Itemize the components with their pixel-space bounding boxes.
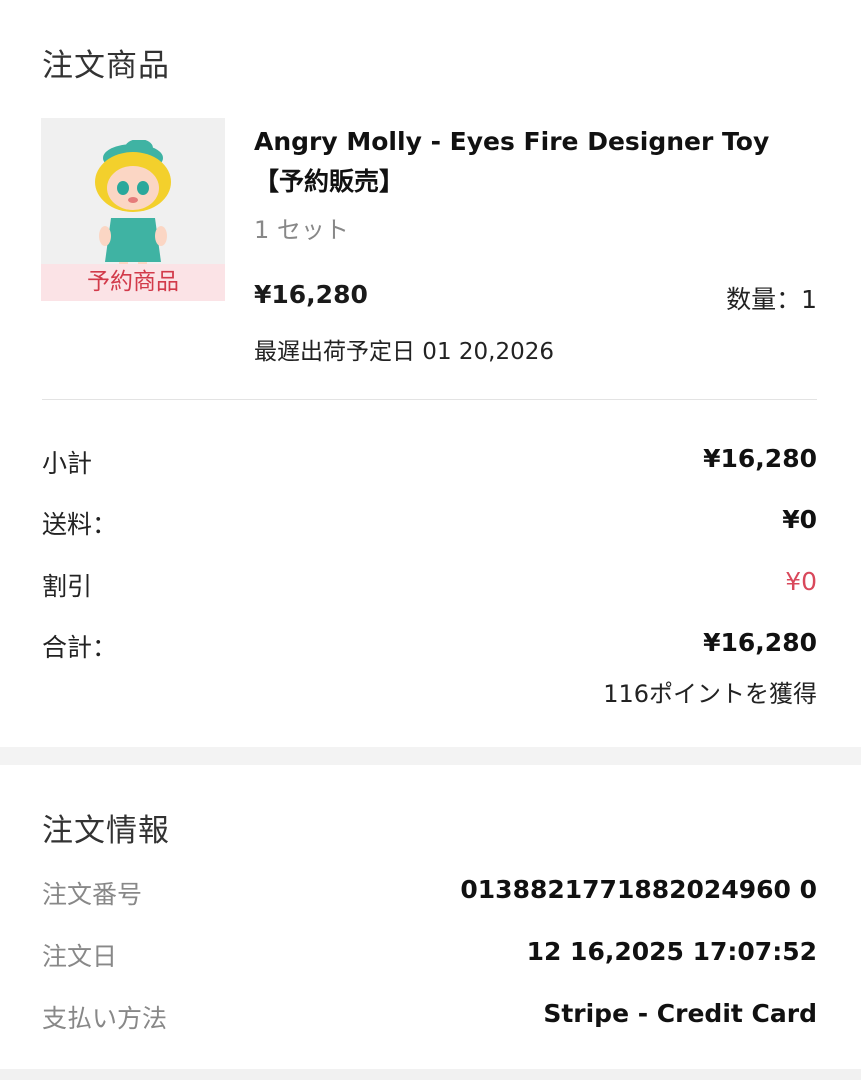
- product-image[interactable]: 予約商品: [41, 118, 225, 301]
- product-unit: 1 セット: [254, 216, 349, 244]
- payment-method-value: Stripe - Credit Card: [543, 999, 817, 1028]
- order-number-value[interactable]: 0138821771882024960 0: [460, 875, 817, 904]
- subtotal-label: 小計: [42, 449, 93, 478]
- order-number-label: 注文番号: [42, 880, 143, 909]
- product-quantity: 数量：1: [726, 285, 817, 314]
- latest-ship-date: 最遅出荷予定日 01 20,2026: [254, 339, 554, 365]
- discount-value: ¥0: [785, 567, 817, 596]
- subtotal-value: ¥16,280: [703, 444, 817, 473]
- order-items-title: 注文商品: [42, 48, 170, 84]
- order-date-label: 注文日: [42, 942, 118, 971]
- section-gap: [0, 747, 861, 765]
- shipping-label: 送料：: [42, 510, 118, 539]
- divider: [42, 399, 817, 400]
- product-price: ¥16,280: [254, 280, 368, 309]
- payment-method-label: 支払い方法: [42, 1004, 168, 1033]
- discount-label: 割引: [42, 572, 93, 601]
- total-value: ¥16,280: [703, 628, 817, 657]
- points-earned: 116ポイントを獲得: [603, 680, 817, 708]
- total-label: 合計：: [42, 633, 118, 662]
- shipping-value: ¥0: [782, 505, 817, 534]
- order-info-card: 注文情報 注文番号 0138821771882024960 0 注文日 12 1…: [0, 765, 861, 1069]
- preorder-badge: 予約商品: [41, 264, 225, 301]
- bottom-gap: [0, 1069, 861, 1080]
- product-title[interactable]: Angry Molly - Eyes Fire Designer Toy【予約販…: [254, 122, 814, 202]
- order-items-card: 注文商品 予約商品 Angry Molly - Eyes Fire Design…: [0, 0, 861, 747]
- order-date-value: 12 16,2025 17:07:52: [526, 937, 817, 966]
- order-info-title: 注文情報: [42, 813, 170, 849]
